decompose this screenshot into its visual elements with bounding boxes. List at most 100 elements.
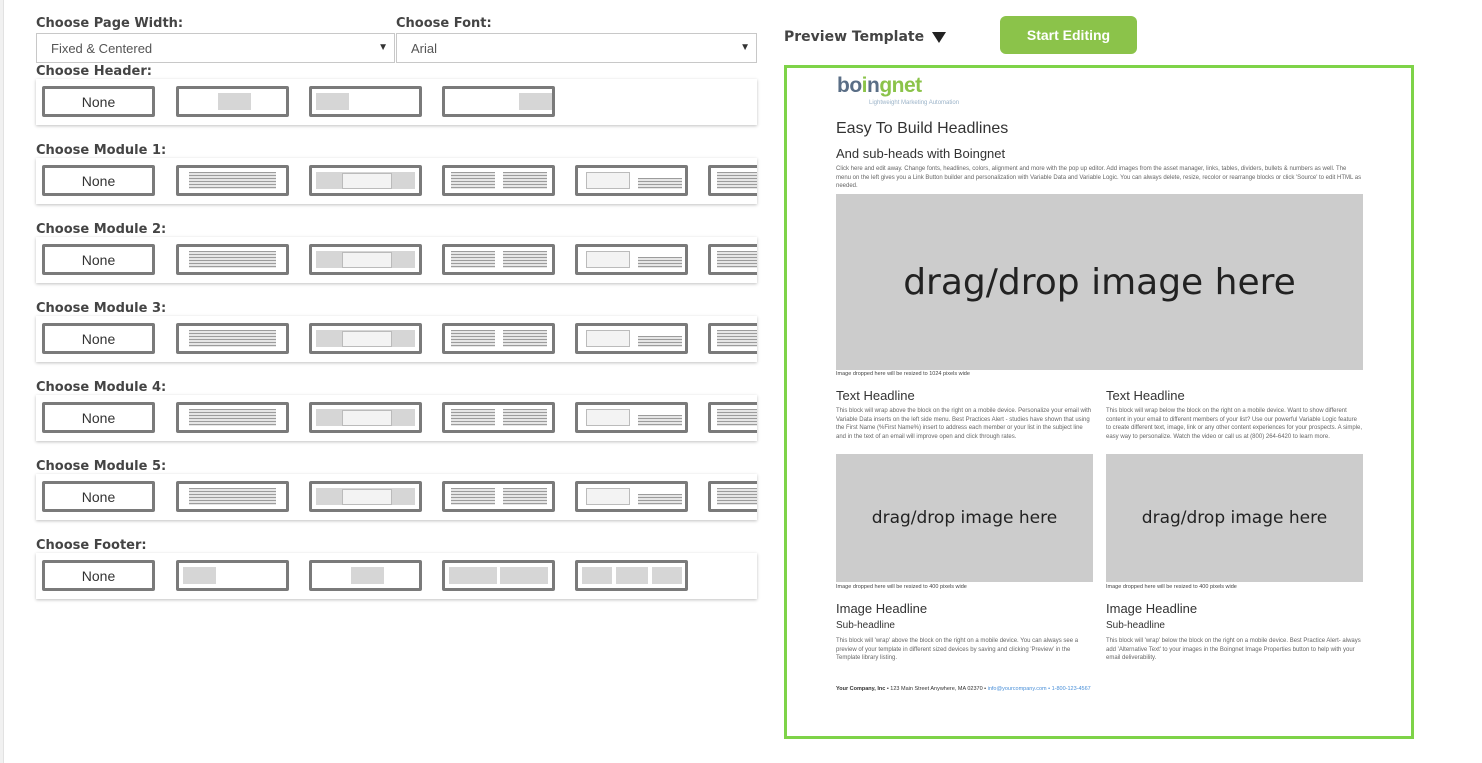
left-text-body: This block will wrap above the block on … bbox=[836, 408, 1092, 440]
image-caption-large: Image dropped here will be resized to 10… bbox=[836, 371, 970, 377]
module-option-more[interactable] bbox=[708, 481, 757, 512]
right-image-body: This block will 'wrap' below the block o… bbox=[1106, 638, 1361, 661]
module-option-more[interactable] bbox=[708, 402, 757, 433]
module3-options: None bbox=[36, 316, 757, 362]
module-option-two-text[interactable] bbox=[442, 323, 555, 354]
module-option-full-image[interactable] bbox=[309, 402, 422, 433]
template-preview: boingnet Lightweight Marketing Automatio… bbox=[784, 65, 1414, 739]
template-builder: Choose Page Width: Fixed & Centered ▼ Ch… bbox=[0, 0, 1482, 763]
none-label: None bbox=[81, 330, 116, 347]
chevron-down-icon: ▼ bbox=[378, 42, 388, 53]
module-option-two-text[interactable] bbox=[442, 402, 555, 433]
module-option-full-image[interactable] bbox=[309, 323, 422, 354]
header-option-center-logo[interactable] bbox=[176, 86, 289, 117]
module-option-two-text[interactable] bbox=[442, 481, 555, 512]
left-image-body: This block will 'wrap' above the block o… bbox=[836, 638, 1079, 661]
module-option-full-image[interactable] bbox=[309, 244, 422, 275]
module-option-more[interactable] bbox=[708, 323, 757, 354]
module-option-full-text[interactable] bbox=[176, 402, 289, 433]
left-border bbox=[0, 0, 4, 763]
module3-label: Choose Module 3: bbox=[36, 301, 167, 316]
module-option-image-text[interactable] bbox=[575, 165, 688, 196]
module-option-image-text[interactable] bbox=[575, 481, 688, 512]
font-value: Arial bbox=[411, 41, 438, 56]
module-none-option[interactable]: None bbox=[42, 402, 155, 433]
page-width-select[interactable]: Fixed & Centered ▼ bbox=[36, 33, 395, 63]
module4-options: None bbox=[36, 395, 757, 441]
page-width-label: Choose Page Width: bbox=[36, 16, 184, 31]
footer-address: • 123 Main Street Anywhere, MA 02370 • bbox=[885, 686, 988, 692]
module-option-full-text[interactable] bbox=[176, 244, 289, 275]
none-label: None bbox=[81, 409, 116, 426]
module-option-two-text[interactable] bbox=[442, 165, 555, 196]
image-drop-zone-large[interactable]: drag/drop image here bbox=[836, 194, 1363, 370]
none-label: None bbox=[81, 567, 116, 584]
left-sub-headline: Sub-headline bbox=[836, 620, 895, 631]
module-option-full-image[interactable] bbox=[309, 165, 422, 196]
module-option-full-image[interactable] bbox=[309, 481, 422, 512]
none-label: None bbox=[81, 172, 116, 189]
footer-option-left[interactable] bbox=[176, 560, 289, 591]
header-option-left-logo[interactable] bbox=[309, 86, 422, 117]
preview-footer: Your Company, Inc • 123 Main Street Anyw… bbox=[836, 686, 1091, 692]
header-none-option[interactable]: None bbox=[42, 86, 155, 117]
module-option-image-text[interactable] bbox=[575, 323, 688, 354]
image-caption-left: Image dropped here will be resized to 40… bbox=[836, 584, 967, 590]
image-drop-label: drag/drop image here bbox=[903, 261, 1296, 303]
footer-options: None bbox=[36, 553, 757, 599]
footer-option-three-col[interactable] bbox=[575, 560, 688, 591]
module5-label: Choose Module 5: bbox=[36, 459, 167, 474]
triangle-down-icon bbox=[932, 32, 947, 43]
image-drop-label: drag/drop image here bbox=[871, 508, 1058, 528]
module-option-full-text[interactable] bbox=[176, 323, 289, 354]
image-drop-zone-right[interactable]: drag/drop image here bbox=[1106, 454, 1363, 582]
module4-label: Choose Module 4: bbox=[36, 380, 167, 395]
module-option-two-text[interactable] bbox=[442, 244, 555, 275]
image-drop-label: drag/drop image here bbox=[1141, 508, 1328, 528]
right-sub-headline: Sub-headline bbox=[1106, 620, 1165, 631]
logo-tagline: Lightweight Marketing Automation bbox=[869, 100, 960, 106]
preview-headline: Easy To Build Headlines bbox=[836, 120, 1009, 137]
preview-toggle[interactable]: Preview Template bbox=[784, 29, 947, 45]
none-label: None bbox=[81, 488, 116, 505]
module-option-image-text[interactable] bbox=[575, 244, 688, 275]
right-text-headline: Text Headline bbox=[1106, 388, 1185, 403]
preview-intro-text: Click here and edit away. Change fonts, … bbox=[836, 166, 1362, 189]
start-editing-button[interactable]: Start Editing bbox=[1000, 16, 1137, 54]
footer-none-option[interactable]: None bbox=[42, 560, 155, 591]
preview-subhead: And sub-heads with Boingnet bbox=[836, 146, 1006, 161]
module-option-more[interactable] bbox=[708, 165, 757, 196]
footer-option-center[interactable] bbox=[309, 560, 422, 591]
image-caption-right: Image dropped here will be resized to 40… bbox=[1106, 584, 1237, 590]
right-image-headline: Image Headline bbox=[1106, 601, 1198, 616]
module-option-more[interactable] bbox=[708, 244, 757, 275]
module-option-full-text[interactable] bbox=[176, 481, 289, 512]
header-option-right-logo[interactable] bbox=[442, 86, 555, 117]
none-label: None bbox=[81, 251, 116, 268]
module-none-option[interactable]: None bbox=[42, 165, 155, 196]
module-none-option[interactable]: None bbox=[42, 481, 155, 512]
footer-email-link[interactable]: info@yourcompany.com bbox=[988, 686, 1047, 692]
module-none-option[interactable]: None bbox=[42, 323, 155, 354]
footer-option-two-col[interactable] bbox=[442, 560, 555, 591]
page-width-value: Fixed & Centered bbox=[51, 41, 153, 56]
font-select[interactable]: Arial ▼ bbox=[396, 33, 757, 63]
right-text-body: This block will wrap below the block on … bbox=[1106, 408, 1363, 440]
module-none-option[interactable]: None bbox=[42, 244, 155, 275]
boingnet-logo: boingnet bbox=[837, 74, 922, 97]
left-image-headline: Image Headline bbox=[836, 601, 928, 616]
chevron-down-icon: ▼ bbox=[740, 42, 750, 53]
module2-label: Choose Module 2: bbox=[36, 222, 167, 237]
module-option-full-text[interactable] bbox=[176, 165, 289, 196]
footer-phone: • 1-800-123-4567 bbox=[1046, 686, 1091, 692]
module1-options: None bbox=[36, 158, 757, 204]
left-text-headline: Text Headline bbox=[836, 388, 915, 403]
module5-options: None bbox=[36, 474, 757, 520]
module2-options: None bbox=[36, 237, 757, 283]
preview-label: Preview Template bbox=[784, 29, 925, 45]
image-drop-zone-left[interactable]: drag/drop image here bbox=[836, 454, 1093, 582]
module-option-image-text[interactable] bbox=[575, 402, 688, 433]
none-label: None bbox=[81, 93, 116, 110]
module1-label: Choose Module 1: bbox=[36, 143, 167, 158]
footer-company: Your Company, Inc bbox=[836, 686, 886, 692]
